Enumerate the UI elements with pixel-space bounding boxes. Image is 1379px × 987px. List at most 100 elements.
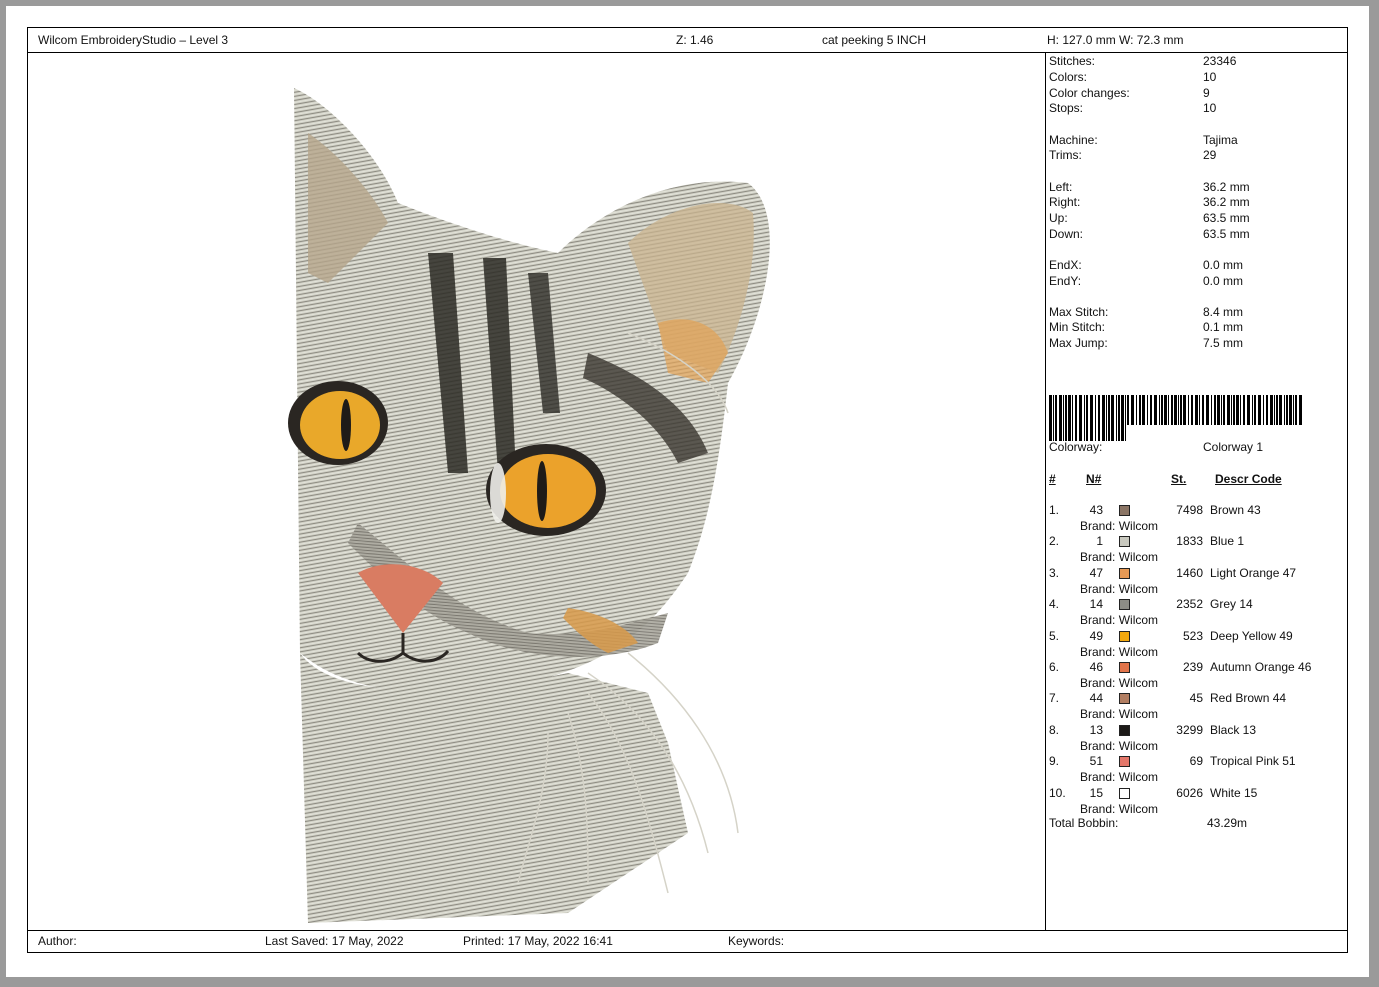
color-stitches: 7498: [1176, 503, 1203, 517]
color-index: 6.: [1049, 660, 1060, 674]
stat-value: 36.2 mm: [1203, 180, 1250, 194]
color-stitches: 1833: [1176, 534, 1203, 549]
color-row: 5. 49 523 Deep Yellow 49: [1049, 629, 1349, 645]
color-index: 10.: [1049, 785, 1066, 800]
color-stitches: 1460: [1176, 565, 1203, 580]
color-swatch: [1119, 505, 1130, 516]
design-preview: [28, 53, 1045, 930]
brand-name: Wilcom: [1118, 707, 1159, 722]
color-number: 46: [1089, 660, 1103, 674]
barcode-image: [1049, 395, 1302, 441]
stat-value: 29: [1203, 148, 1217, 162]
printed-date: Printed: 17 May, 2022 16:41: [463, 934, 613, 948]
colorway-row: Colorway: Colorway 1: [1049, 440, 1263, 454]
color-brand: Brand: Wilcom: [1080, 550, 1158, 564]
stat-row: Max Jump: 7.5 mm: [1049, 336, 1243, 350]
column-header-description: Descr Code: [1215, 472, 1282, 486]
keywords-label: Keywords:: [728, 934, 785, 948]
stat-label: Up:: [1049, 211, 1068, 225]
last-saved: Last Saved: 17 May, 2022: [265, 934, 404, 948]
color-description: Grey 14: [1210, 597, 1253, 612]
stat-value: 63.5 mm: [1203, 211, 1250, 225]
stat-value: Tajima: [1203, 133, 1238, 147]
color-index: 8.: [1049, 722, 1060, 737]
stat-value: 10: [1203, 70, 1217, 84]
total-bobbin-value: 43.29m: [1207, 816, 1248, 830]
panel-divider: [1045, 53, 1046, 930]
brand-prefix: Brand:: [1080, 581, 1119, 596]
stat-value: 9: [1203, 86, 1210, 100]
brand-prefix: Brand:: [1080, 676, 1119, 690]
brand-prefix: Brand:: [1080, 801, 1119, 816]
cat-embroidery-image: [288, 88, 770, 923]
stat-label: Stops:: [1049, 101, 1084, 115]
app-title: Wilcom EmbroideryStudio – Level 3: [38, 33, 229, 47]
stat-label: Colors:: [1049, 70, 1088, 84]
color-stitches: 45: [1189, 691, 1203, 706]
color-brand: Brand: Wilcom: [1080, 582, 1158, 596]
color-swatch: [1119, 599, 1130, 611]
brand-name: Wilcom: [1118, 613, 1159, 628]
stat-label: EndX:: [1049, 258, 1082, 272]
color-swatch: [1119, 787, 1130, 799]
stat-label: Min Stitch:: [1049, 320, 1106, 334]
stat-row: Stitches: 23346: [1049, 54, 1236, 68]
stat-row: Up: 63.5 mm: [1049, 211, 1250, 225]
stat-row: Color changes: 9: [1049, 86, 1210, 100]
color-description: Brown 43: [1210, 503, 1261, 517]
color-stitches: 523: [1182, 628, 1203, 643]
color-row: 8. 13 3299 Black 13: [1049, 723, 1349, 739]
color-swatch: [1119, 693, 1130, 705]
color-description: White 15: [1210, 785, 1258, 800]
color-row: 4. 14 2352 Grey 14: [1049, 597, 1349, 613]
brand-name: Wilcom: [1118, 644, 1159, 659]
color-brand: Brand: Wilcom: [1080, 676, 1158, 690]
column-header-number: N#: [1086, 472, 1102, 486]
color-number: 44: [1089, 691, 1103, 706]
color-row: 1. 43 7498 Brown 43: [1049, 503, 1349, 519]
color-description: Blue 1: [1210, 534, 1245, 549]
color-index: 2.: [1049, 534, 1060, 549]
stat-value: 23346: [1203, 54, 1237, 68]
info-panel: Stitches: 23346 Colors: 10 Color changes: 9 St…: [1049, 54, 1349, 930]
stat-value: 7.5 mm: [1203, 336, 1244, 350]
color-row: 2. 1 1833 Blue 1: [1049, 534, 1349, 550]
brand-name: Wilcom: [1118, 519, 1159, 533]
stat-label: Right:: [1049, 195, 1081, 209]
color-row: 7. 44 45 Red Brown 44: [1049, 691, 1349, 707]
zoom-level: Z: 1.46: [676, 33, 714, 47]
stat-row: Colors: 10: [1049, 70, 1216, 84]
color-description: Deep Yellow 49: [1210, 628, 1293, 643]
stat-label: EndY:: [1049, 274, 1082, 288]
color-index: 4.: [1049, 597, 1060, 612]
stat-value: 0.0 mm: [1203, 274, 1244, 288]
color-swatch: [1119, 567, 1130, 579]
color-number: 43: [1089, 503, 1103, 517]
color-brand: Brand: Wilcom: [1080, 707, 1158, 721]
stat-value: 63.5 mm: [1203, 227, 1250, 241]
stat-label: Stitches:: [1049, 54, 1096, 68]
stat-label: Left:: [1049, 180, 1073, 194]
brand-prefix: Brand:: [1080, 738, 1119, 753]
color-number: 1: [1096, 534, 1103, 549]
color-number: 14: [1089, 597, 1103, 612]
stat-row: Machine: Tajima: [1049, 133, 1238, 147]
color-index: 7.: [1049, 691, 1060, 706]
color-row: 6. 46 239 Autumn Orange 46: [1049, 660, 1349, 676]
color-stitches: 69: [1189, 754, 1203, 769]
stat-value: 36.2 mm: [1203, 195, 1250, 209]
colorway-label: Colorway:: [1049, 440, 1103, 454]
color-description: Tropical Pink 51: [1210, 754, 1296, 769]
color-swatch: [1119, 536, 1130, 548]
brand-name: Wilcom: [1118, 550, 1159, 565]
print-preview-page: Wilcom EmbroideryStudio – Level 3 Z: 1.4…: [6, 6, 1369, 977]
brand-name: Wilcom: [1118, 801, 1159, 816]
stat-value: 10: [1203, 101, 1217, 115]
color-row: 3. 47 1460 Light Orange 47: [1049, 566, 1349, 582]
color-brand: Brand: Wilcom: [1080, 645, 1158, 659]
design-frame: Wilcom EmbroideryStudio – Level 3 Z: 1.4…: [27, 27, 1348, 953]
color-description: Red Brown 44: [1210, 691, 1287, 706]
brand-name: Wilcom: [1118, 738, 1159, 753]
color-row: 10. 15 6026 White 15: [1049, 786, 1349, 802]
stat-row: EndX: 0.0 mm: [1049, 258, 1243, 272]
